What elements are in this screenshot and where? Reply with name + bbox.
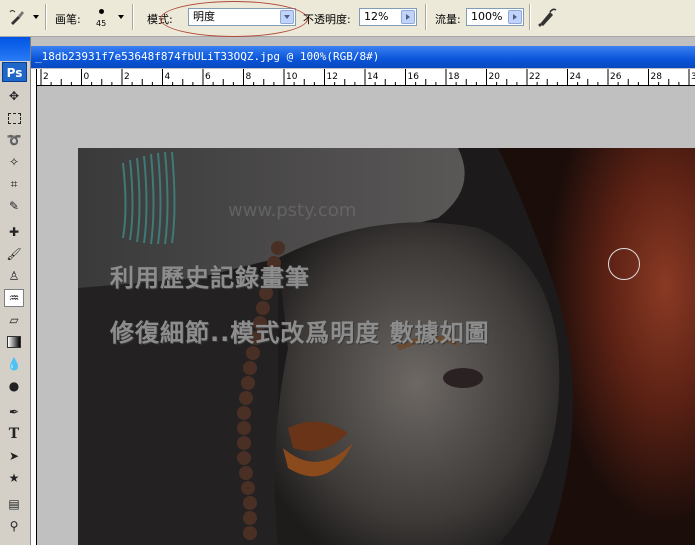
toolbox-grip[interactable] xyxy=(0,37,30,61)
flow-label: 流量: xyxy=(435,13,461,26)
ruler-tick-label: 4 xyxy=(165,72,171,82)
ruler-tick-label: 24 xyxy=(570,72,582,82)
ruler-tick-label: 8 xyxy=(246,72,252,82)
ruler-tick-label: 14 xyxy=(367,72,379,82)
slice-tool-icon[interactable]: ✎ xyxy=(4,197,24,215)
flow-value: 100% xyxy=(471,10,503,23)
history-brush-tool-icon[interactable]: ♒ xyxy=(4,289,24,307)
type-tool-icon[interactable]: T xyxy=(4,425,24,443)
ruler-ticks: 2024681012141618202224262830 xyxy=(40,69,695,85)
opacity-field[interactable]: 12% xyxy=(359,8,417,26)
brush-label: 画笔: xyxy=(55,13,81,26)
ruler-tick-label: 18 xyxy=(448,72,460,82)
move-tool-icon[interactable]: ✥ xyxy=(4,87,24,105)
dodge-tool-icon[interactable]: ● xyxy=(4,377,24,395)
ruler-tick-label: 2 xyxy=(124,72,130,82)
document-image[interactable]: www.psty.com 利用歷史記錄畫筆 修復細節..模式改爲明度 數據如圖 xyxy=(78,148,695,545)
mode-dropdown-icon[interactable] xyxy=(280,10,294,24)
crop-tool-icon[interactable]: ⌗ xyxy=(4,175,24,193)
marquee-tool-icon[interactable] xyxy=(4,109,24,127)
brush-tool-icon[interactable]: 🖌 xyxy=(4,245,24,263)
opacity-label: 不透明度: xyxy=(303,13,351,26)
opacity-value: 12% xyxy=(364,10,389,23)
horizontal-ruler[interactable]: 2024681012141618202224262830 xyxy=(36,69,695,86)
ruler-tick-label: 30 xyxy=(691,72,695,82)
eyedropper-tool-icon[interactable]: ⚲ xyxy=(4,517,24,535)
magic-wand-tool-icon[interactable]: ✧ xyxy=(4,153,24,171)
tool-preset-dropdown-icon[interactable] xyxy=(33,15,39,19)
ruler-tick-label: 0 xyxy=(84,72,90,82)
brush-history-tool-icon[interactable] xyxy=(8,8,26,26)
brush-cursor xyxy=(608,248,640,280)
document-title: _18db23931f7e53648f874fbULiT33OQZ.jpg @ … xyxy=(35,50,380,63)
ruler-tick-label: 12 xyxy=(327,72,338,82)
photoshop-logo[interactable]: Ps xyxy=(2,62,27,82)
ruler-tick-label: 20 xyxy=(489,72,501,82)
notes-tool-icon[interactable]: ▤ xyxy=(4,495,24,513)
mode-select[interactable]: 明度 xyxy=(188,8,296,26)
caption-line-1: 利用歷史記錄畫筆 xyxy=(110,264,310,292)
brush-dropdown-icon[interactable] xyxy=(118,15,124,19)
flow-field[interactable]: 100% xyxy=(466,8,524,26)
blur-tool-icon[interactable]: 💧 xyxy=(4,355,24,373)
mode-label: 模式: xyxy=(147,13,173,26)
lasso-tool-icon[interactable]: ➰ xyxy=(4,131,24,149)
ruler-tick-label: 28 xyxy=(651,72,663,82)
ruler-tick-label: 26 xyxy=(610,72,622,82)
ruler-tick-label: 22 xyxy=(529,72,540,82)
gradient-tool-icon[interactable] xyxy=(4,333,24,351)
brush-dot-icon xyxy=(99,9,104,14)
caption-line-2: 修復細節..模式改爲明度 數據如圖 xyxy=(110,319,490,347)
watermark-text: www.psty.com xyxy=(228,200,357,221)
path-selection-tool-icon[interactable]: ➤ xyxy=(4,447,24,465)
options-bar: 画笔: 45 模式: 明度 不透明度: 12% 流量: 100% xyxy=(0,0,695,37)
clone-stamp-tool-icon[interactable]: ♙ xyxy=(4,267,24,285)
pen-tool-icon[interactable]: ✒ xyxy=(4,403,24,421)
shape-tool-icon[interactable]: ★ xyxy=(4,469,24,487)
document-title-bar[interactable]: _18db23931f7e53648f874fbULiT33OQZ.jpg @ … xyxy=(31,46,695,68)
mode-select-value: 明度 xyxy=(193,10,215,23)
ruler-tick-label: 10 xyxy=(286,72,298,82)
brush-size-value: 45 xyxy=(96,19,107,28)
healing-brush-tool-icon[interactable]: ✚ xyxy=(4,223,24,241)
ruler-tick-label: 16 xyxy=(408,72,420,82)
opacity-slider-arrow-icon[interactable] xyxy=(401,10,415,24)
airbrush-icon[interactable] xyxy=(536,6,558,28)
brush-preview[interactable]: 45 xyxy=(92,5,112,31)
ruler-tick-label: 2 xyxy=(43,72,49,82)
toolbox: Ps ✥ ➰ ✧ ⌗ ✎ ✚ 🖌 ♙ ♒ ▱ 💧 ● ✒ T ➤ ★ ▤ ⚲ xyxy=(0,37,31,545)
ruler-tick-label: 6 xyxy=(205,72,211,82)
flow-slider-arrow-icon[interactable] xyxy=(508,10,522,24)
eraser-tool-icon[interactable]: ▱ xyxy=(4,311,24,329)
